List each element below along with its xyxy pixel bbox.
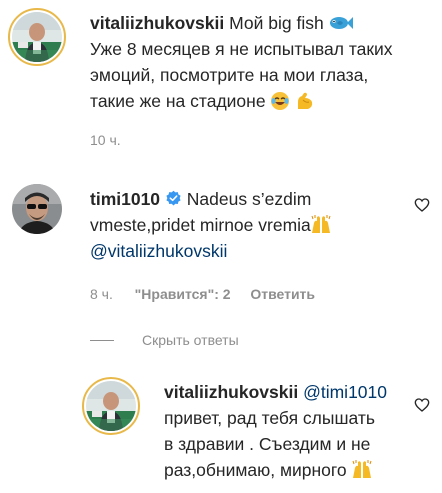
raising-hands-emoji — [352, 460, 371, 478]
avatar-photo — [12, 12, 62, 62]
reply-1-like-button[interactable] — [414, 397, 432, 415]
crying-laughing-emoji — [271, 92, 290, 110]
replies-divider-line — [90, 340, 114, 342]
comment-1-line-4: такие же на стадионе — [90, 88, 315, 114]
verified-badge-icon — [166, 190, 181, 206]
comment-2-line-1: timi1010 Nadeus s’ezdim — [90, 186, 311, 212]
heart-icon — [414, 198, 430, 212]
comment-2-like-button[interactable] — [414, 197, 432, 215]
avatar-vitaliizhukovskii-reply[interactable] — [82, 377, 140, 435]
raising-hands-emoji — [311, 215, 331, 233]
comment-1-username[interactable]: vitaliizhukovskii — [90, 13, 224, 33]
reply-1-mention[interactable]: @timi1010 — [303, 382, 387, 402]
comment-2-timestamp[interactable]: 8 ч. — [90, 286, 113, 302]
comment-2-likes-count[interactable]: "Нравится": 2 — [135, 286, 231, 302]
flexed-biceps-emoji — [298, 92, 313, 109]
avatar-photo — [86, 381, 136, 431]
comment-1-timestamp[interactable]: 10 ч. — [90, 132, 121, 148]
avatar-vitaliizhukovskii[interactable] — [8, 8, 66, 66]
comment-2-meta: 8 ч. "Нравится": 2 Ответить — [90, 286, 315, 302]
comment-1-text-line-1: Мой big fish — [229, 13, 324, 33]
comment-1-text-line-2: Уже 8 месяцев я не испытывал таких — [90, 39, 393, 59]
comment-1-text-line-3: эмоций, посмотрите на мои глаза, — [90, 65, 369, 85]
reply-1-text-line-3: в здравии . Съездим и не — [164, 434, 371, 454]
comment-2-username[interactable]: timi1010 — [90, 189, 160, 209]
comment-1-text-line-4: такие же на стадионе — [90, 91, 266, 111]
comment-1-line-1: vitaliizhukovskii Мой big fish — [90, 10, 353, 36]
fish-emoji — [329, 17, 353, 29]
comment-2-text-line-1: Nadeus s’ezdim — [186, 189, 312, 209]
reply-1-username[interactable]: vitaliizhukovskii — [164, 382, 298, 402]
reply-1-line-4: раз,обнимаю, мирного — [164, 457, 372, 483]
comment-2-reply-button[interactable]: Ответить — [250, 286, 315, 302]
hide-replies-label: Скрыть ответы — [142, 332, 239, 348]
comment-2-text-line-2: vmeste,pridet mirnoe vremia — [90, 215, 311, 235]
hide-replies-toggle[interactable]: Скрыть ответы — [90, 332, 239, 350]
comment-2-line-2: vmeste,pridet mirnoe vremia — [90, 212, 331, 238]
heart-icon — [414, 398, 430, 412]
comment-2-mention[interactable]: @vitaliizhukovskii — [90, 238, 227, 264]
reply-1-line-1: vitaliizhukovskii @timi1010 — [164, 379, 387, 405]
reply-1-text-line-4: раз,обнимаю, мирного — [164, 460, 347, 480]
avatar-timi1010[interactable] — [12, 184, 62, 234]
reply-1-text-line-2: привет, рад тебя слышать — [164, 408, 375, 428]
avatar-photo — [12, 184, 62, 234]
